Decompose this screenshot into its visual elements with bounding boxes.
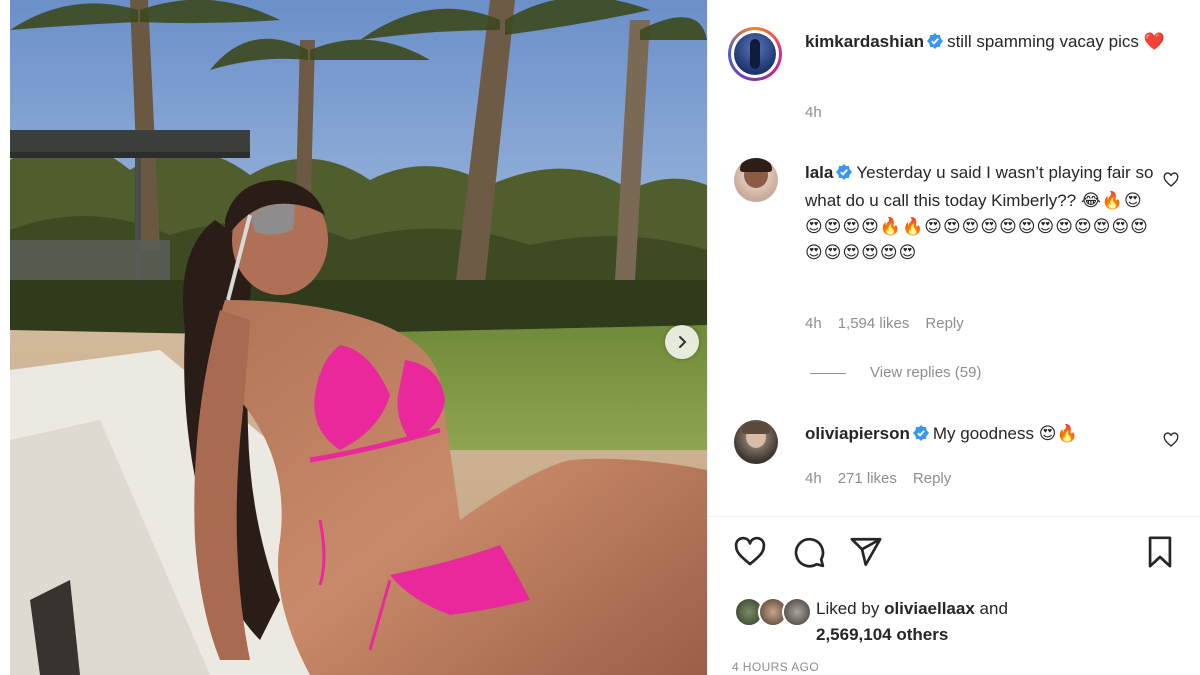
heart-icon [1163,432,1179,447]
verified-badge-icon [912,423,929,449]
commenter-username[interactable]: lala [805,163,833,182]
likes-summary: Liked by oliviaellaax and 2,569,104 othe… [816,596,1008,648]
verified-badge-icon [836,162,853,188]
post-details-panel: kimkardashian still spamming vacay pics ❤… [707,0,1200,675]
verified-badge-icon [927,31,944,57]
like-comment-button[interactable] [1163,172,1179,193]
instagram-post: kimkardashian still spamming vacay pics ❤… [0,0,1200,675]
comment-likes[interactable]: 1,594 likes [838,315,910,332]
view-replies-button[interactable]: View replies (59) [810,364,981,381]
heart-icon [1163,172,1179,187]
post-photo[interactable] [10,0,707,675]
post-time: 4h [805,104,822,121]
commenter-avatar[interactable] [734,420,778,464]
caption: kimkardashian still spamming vacay pics ❤… [805,29,1175,57]
caption-emoji: ❤️ [1143,32,1165,51]
comment-icon [794,537,825,568]
post-timestamp: 4 HOURS AGO [732,660,820,674]
comment-body: lala Yesterday u said I wasn’t playing fa… [805,160,1155,266]
replies-line [810,372,846,374]
comment-text: My goodness [932,424,1034,443]
comment-body: oliviapierson My goodness 😍🔥 [805,421,1155,449]
actions-divider [708,516,1200,517]
comment-meta: 4h 1,594 likes Reply [805,315,980,332]
author-avatar[interactable] [728,27,782,81]
likes-count[interactable]: 2,569,104 others [816,625,948,644]
view-replies-label: View replies (59) [870,364,982,381]
comment-likes[interactable]: 271 likes [838,470,897,487]
heart-icon [734,536,766,566]
liker-avatar[interactable] [782,597,812,627]
author-username[interactable]: kimkardashian [805,32,924,51]
comment-emoji: 😍🔥 [1038,424,1078,443]
like-button[interactable] [733,535,767,574]
reply-button[interactable]: Reply [913,470,951,487]
comment-meta: 4h 271 likes Reply [805,470,967,487]
chevron-right-icon [679,336,687,348]
liked-by-and: and [979,599,1008,618]
paper-plane-icon [850,537,882,567]
commenter-username[interactable]: oliviapierson [805,424,910,443]
like-comment-button[interactable] [1163,432,1179,453]
share-button[interactable] [849,535,883,574]
comment-time: 4h [805,470,822,487]
reply-button[interactable]: Reply [925,315,963,332]
bookmark-icon [1148,536,1172,568]
next-photo-button[interactable] [665,325,699,359]
liked-by-user[interactable]: oliviaellaax [884,599,975,618]
comment-button[interactable] [792,535,826,574]
vacation-photo-illustration [10,0,707,675]
liked-by-prefix: Liked by [816,599,880,618]
comment-time: 4h [805,315,822,332]
caption-text: still spamming vacay pics [947,32,1139,51]
commenter-avatar[interactable] [734,158,778,202]
save-button[interactable] [1143,535,1177,574]
